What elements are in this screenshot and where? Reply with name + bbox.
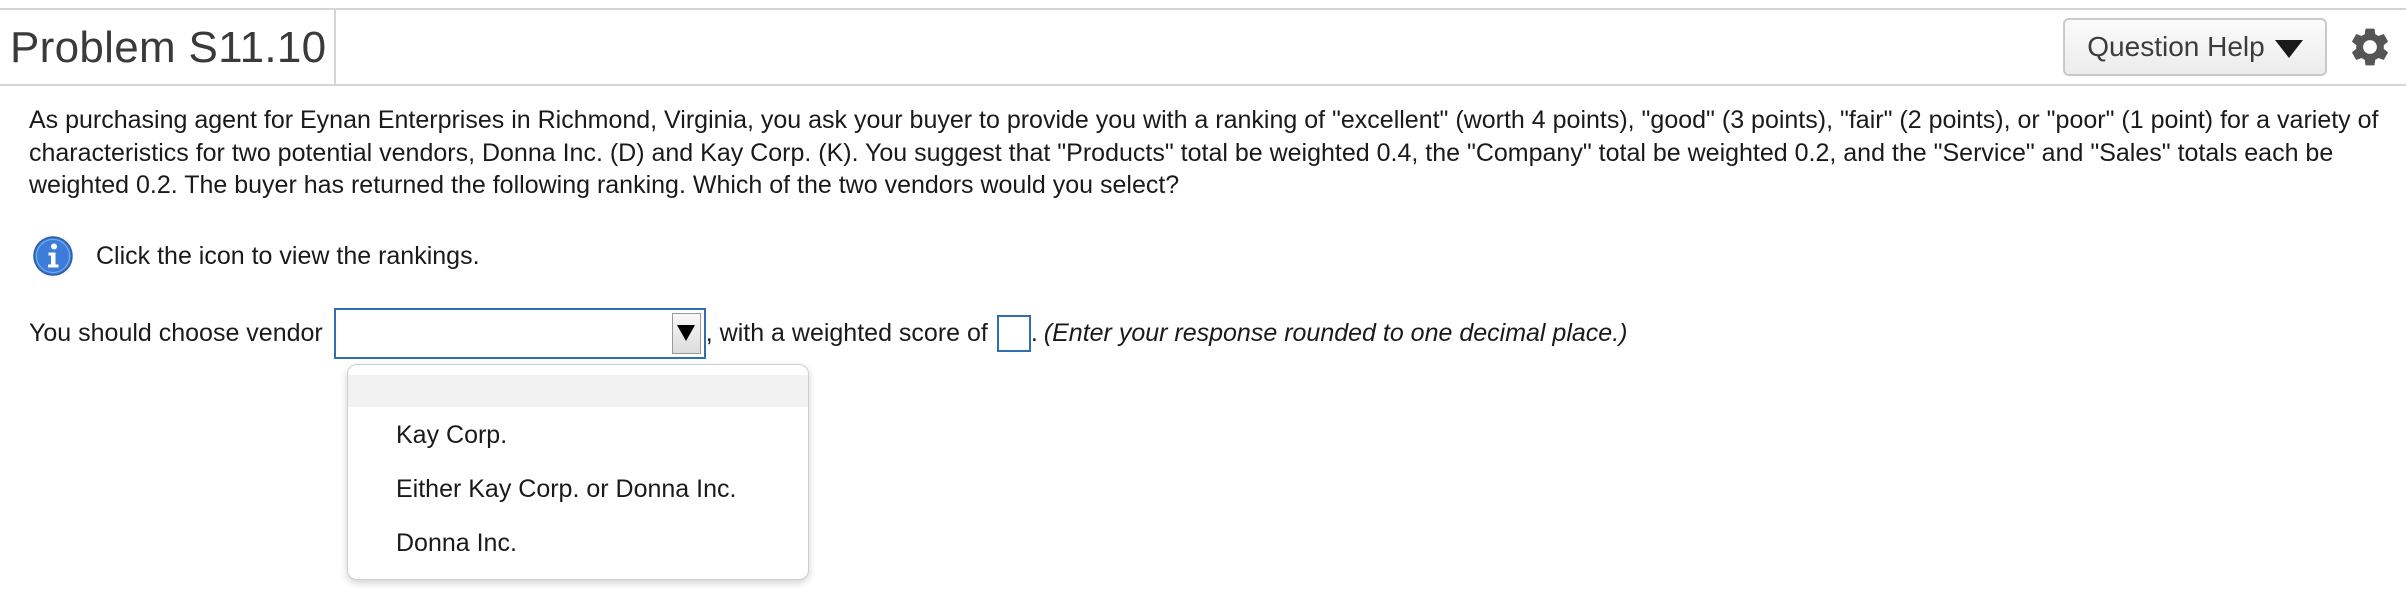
- problem-header: Problem S11.10 Question Help: [0, 10, 2406, 86]
- info-icon[interactable]: [32, 235, 74, 277]
- info-row: Click the icon to view the rankings.: [32, 234, 480, 278]
- title-divider: [334, 10, 336, 84]
- page-title: Problem S11.10: [10, 23, 327, 72]
- dropdown-option-either[interactable]: Either Kay Corp. or Donna Inc.: [348, 471, 808, 507]
- dropdown-option-blank[interactable]: [348, 375, 808, 407]
- caret-down-icon: [2274, 40, 2303, 58]
- answer-prefix: You should choose vendor: [29, 318, 323, 347]
- answer-middle-text: , with a weighted score of: [705, 318, 988, 347]
- dropdown-option-kay-corp[interactable]: Kay Corp.: [348, 417, 808, 453]
- vendor-select[interactable]: [333, 307, 706, 359]
- weighted-score-input[interactable]: [996, 314, 1031, 352]
- answer-row: You should choose vendor , with a weight…: [29, 307, 1627, 359]
- rounding-instruction: (Enter your response rounded to one deci…: [1043, 318, 1628, 347]
- question-help-label: Question Help: [2087, 31, 2265, 62]
- answer-suffix: .: [1030, 318, 1038, 347]
- dropdown-option-donna-inc[interactable]: Donna Inc.: [348, 525, 808, 561]
- info-text: Click the icon to view the rankings.: [96, 241, 480, 270]
- vendor-dropdown-list: Kay Corp. Either Kay Corp. or Donna Inc.…: [347, 364, 809, 580]
- triangle-down-icon: [677, 325, 696, 341]
- gear-icon[interactable]: [2347, 24, 2393, 70]
- problem-statement: As purchasing agent for Eynan Enterprise…: [29, 106, 2379, 199]
- select-arrow-button[interactable]: [671, 312, 701, 354]
- question-help-button[interactable]: Question Help: [2063, 18, 2327, 76]
